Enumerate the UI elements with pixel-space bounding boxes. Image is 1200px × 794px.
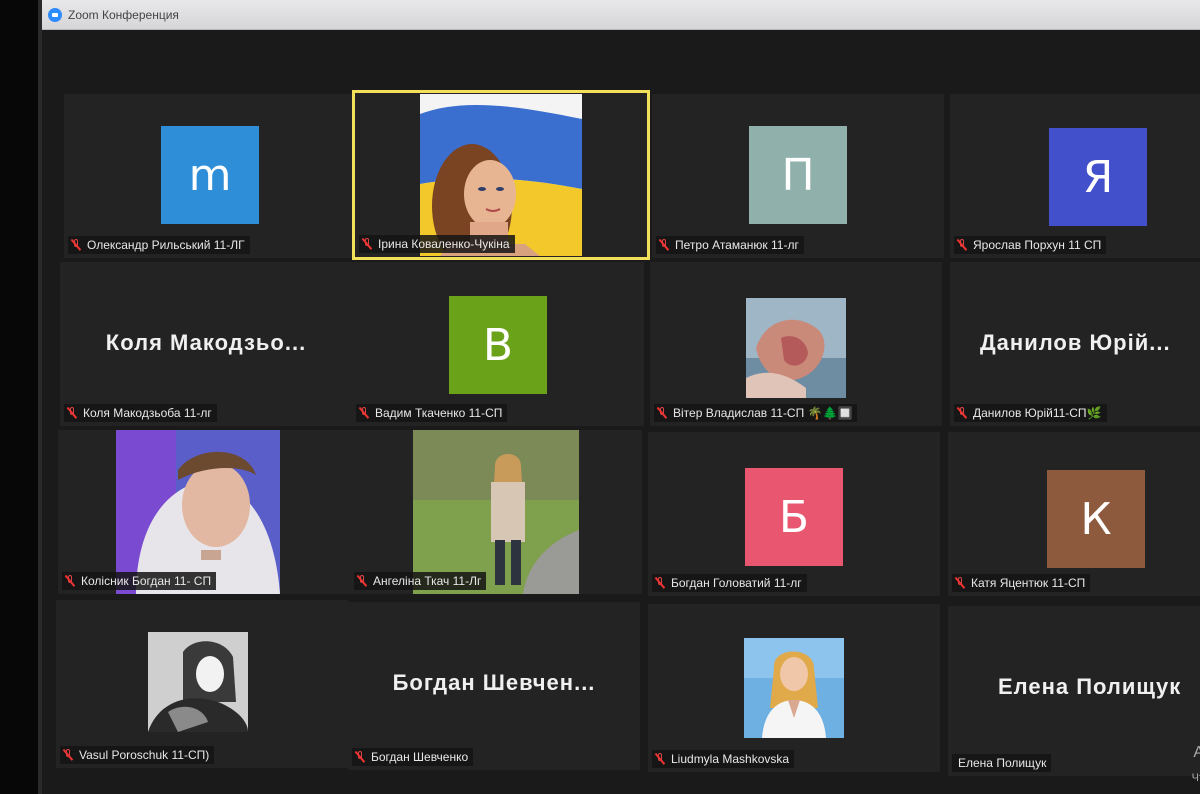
title-bar[interactable]: Zoom Конференция	[42, 0, 1200, 30]
participant-tile[interactable]: Liudmyla Mashkovska	[648, 604, 940, 772]
participant-name: Катя Яцентюк 11-СП	[971, 576, 1086, 590]
participant-name-label: Vasul Poroschuk 11-СП)	[60, 746, 215, 764]
participant-display-name: Богдан Шевчен...	[392, 670, 596, 695]
participant-tile[interactable]: Колісник Богдан 11- СП	[58, 430, 350, 594]
mic-muted-icon	[659, 239, 669, 251]
avatar: В	[449, 296, 547, 394]
participant-tile[interactable]: Я Ярослав Порхун 11 СП	[950, 94, 1200, 258]
participant-tile[interactable]: m Олександр Рильський 11-ЛГ	[64, 94, 356, 258]
mic-muted-icon	[657, 407, 667, 419]
participant-tile[interactable]: Б Богдан Головатий 11-лг	[648, 432, 940, 596]
participant-name: Петро Атаманюк 11-лг	[675, 238, 799, 252]
mic-muted-icon	[655, 577, 665, 589]
mic-muted-icon	[957, 407, 967, 419]
participant-tile[interactable]: Коля Макодзьо... Коля Макодзьоба 11-лг	[60, 262, 352, 426]
mic-muted-icon	[362, 238, 372, 250]
participant-name-label: Вітер Владислав 11-СП 🌴🌲🔲	[654, 404, 858, 422]
window-title: Zoom Конференция	[68, 7, 179, 22]
mic-muted-icon	[355, 751, 365, 763]
participant-name-label: Коля Макодзьоба 11-лг	[64, 404, 217, 422]
participant-name-label: Ярослав Порхун 11 СП	[954, 236, 1107, 254]
participant-name-label: Богдан Шевченко	[352, 748, 474, 766]
participant-tile[interactable]: В Вадим Ткаченко 11-СП	[352, 262, 644, 426]
participant-name: Данилов Юрій11-СП🌿	[973, 406, 1102, 420]
participant-name-label: Катя Яцентюк 11-СП	[952, 574, 1091, 592]
hands-photo-image	[746, 298, 846, 398]
participant-video	[744, 638, 844, 738]
participant-tile[interactable]: Вітер Владислав 11-СП 🌴🌲🔲	[650, 262, 942, 426]
participant-name: Ярослав Порхун 11 СП	[973, 238, 1102, 252]
monitor-bezel: Zoom Конференция m Олександр Рильський 1…	[0, 0, 1200, 794]
participant-name: Vasul Poroschuk 11-СП)	[79, 748, 210, 762]
participant-video	[420, 94, 582, 256]
participant-display-name: Данилов Юрій...	[980, 330, 1171, 355]
participant-name-label: Колісник Богдан 11- СП	[62, 572, 217, 590]
zoom-app-icon	[48, 7, 62, 22]
participant-name-label: Олександр Рильський 11-ЛГ	[68, 236, 250, 254]
participant-name-label: Ангеліна Ткач 11-Лг	[354, 572, 487, 590]
participant-name: Олександр Рильський 11-ЛГ	[87, 238, 245, 252]
avatar: П	[749, 126, 847, 224]
mic-muted-icon	[955, 577, 965, 589]
participant-tile[interactable]: П Петро Атаманюк 11-лг	[652, 94, 944, 258]
bw-photo-image	[148, 632, 248, 732]
participant-tile-active-speaker[interactable]: Ірина Коваленко-Чукіна	[352, 90, 650, 260]
mic-muted-icon	[63, 749, 73, 761]
mic-muted-icon	[655, 753, 665, 765]
participant-name: Liudmyla Mashkovska	[671, 752, 790, 766]
participant-name-label: Liudmyla Mashkovska	[652, 750, 795, 768]
mic-muted-icon	[71, 239, 81, 251]
mic-muted-icon	[359, 407, 369, 419]
participant-tile[interactable]: К Катя Яцентюк 11-СП	[948, 432, 1200, 596]
participant-tile[interactable]: Богдан Шевчен... Богдан Шевченко	[348, 602, 640, 770]
participant-tile[interactable]: Ангеліна Ткач 11-Лг	[350, 430, 642, 594]
participant-name-label: Вадим Ткаченко 11-СП	[356, 404, 508, 422]
mic-muted-icon	[357, 575, 367, 587]
clipped-edge-text: Чт	[1191, 772, 1200, 784]
participant-name: Елена Полищук	[958, 756, 1047, 770]
woman-blue-image	[744, 638, 844, 738]
participant-tile[interactable]: Vasul Poroschuk 11-СП)	[56, 600, 348, 768]
participant-name: Колісник Богдан 11- СП	[81, 574, 212, 588]
participant-tile[interactable]: Данилов Юрій... Данилов Юрій11-СП🌿	[950, 262, 1200, 426]
participant-name: Ангеліна Ткач 11-Лг	[373, 574, 482, 588]
participant-display-name: Коля Макодзьо...	[105, 330, 307, 355]
participant-name: Вадим Ткаченко 11-СП	[375, 406, 503, 420]
participant-tile[interactable]: Елена Полищук Елена Полищук	[948, 606, 1200, 776]
participant-name: Ірина Коваленко-Чукіна	[378, 237, 510, 251]
participant-name-label: Петро Атаманюк 11-лг	[656, 236, 804, 254]
participant-video	[148, 632, 248, 732]
participant-video	[746, 298, 846, 398]
avatar: Б	[745, 468, 843, 566]
boy-hoodie-image	[116, 430, 280, 594]
participant-name-label: Богдан Головатий 11-лг	[652, 574, 807, 592]
participant-name: Богдан Головатий 11-лг	[671, 576, 802, 590]
avatar: Я	[1049, 128, 1147, 226]
zoom-window: Zoom Конференция m Олександр Рильський 1…	[38, 0, 1200, 794]
mic-muted-icon	[67, 407, 77, 419]
gallery-view: m Олександр Рильський 11-ЛГ Ірина Ковале…	[56, 88, 1200, 778]
avatar: m	[161, 126, 259, 224]
participant-name: Коля Макодзьоба 11-лг	[83, 406, 212, 420]
participant-name-label: Ірина Коваленко-Чукіна	[359, 235, 515, 253]
participant-video	[413, 430, 579, 594]
avatar: К	[1047, 470, 1145, 568]
girl-park-image	[413, 430, 579, 594]
participant-video	[116, 430, 280, 594]
mic-muted-icon	[65, 575, 75, 587]
flag-portrait-image	[420, 94, 582, 256]
mic-muted-icon	[957, 239, 967, 251]
participant-name: Вітер Владислав 11-СП 🌴🌲🔲	[673, 406, 853, 420]
clipped-edge-letter: А	[1193, 744, 1200, 762]
participant-name-label: Данилов Юрій11-СП🌿	[954, 404, 1107, 422]
participant-name: Богдан Шевченко	[371, 750, 469, 764]
participant-name-label: Елена Полищук	[952, 754, 1052, 772]
participant-display-name: Елена Полищук	[998, 674, 1182, 699]
